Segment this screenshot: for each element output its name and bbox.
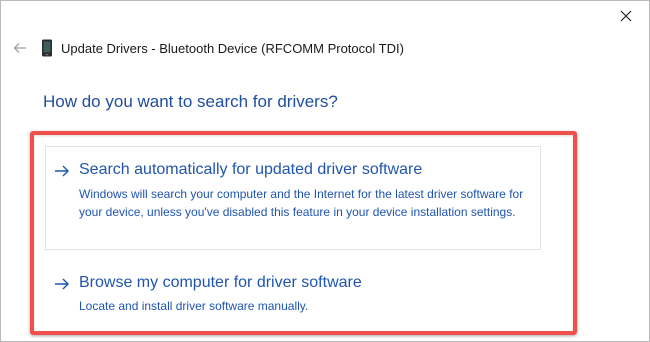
update-drivers-window: Update Drivers - Bluetooth Device (RFCOM… xyxy=(0,0,650,342)
titlebar: Update Drivers - Bluetooth Device (RFCOM… xyxy=(1,31,601,65)
search-automatically-option[interactable]: Search automatically for updated driver … xyxy=(45,146,541,250)
close-button[interactable] xyxy=(603,1,649,31)
page-heading: How do you want to search for drivers? xyxy=(43,92,338,111)
right-arrow-icon xyxy=(54,161,72,181)
option-title: Search automatically for updated driver … xyxy=(79,161,423,178)
right-arrow-icon xyxy=(54,274,72,294)
device-icon xyxy=(41,39,53,57)
close-icon xyxy=(620,10,632,22)
browse-computer-option[interactable]: Browse my computer for driver software L… xyxy=(45,263,541,323)
back-arrow-icon xyxy=(13,43,26,53)
window-title: Update Drivers - Bluetooth Device (RFCOM… xyxy=(61,40,404,56)
option-title: Browse my computer for driver software xyxy=(79,274,362,291)
back-button[interactable] xyxy=(5,33,35,63)
option-description: Windows will search your computer and th… xyxy=(79,187,524,219)
option-description: Locate and install driver software manua… xyxy=(79,299,309,313)
